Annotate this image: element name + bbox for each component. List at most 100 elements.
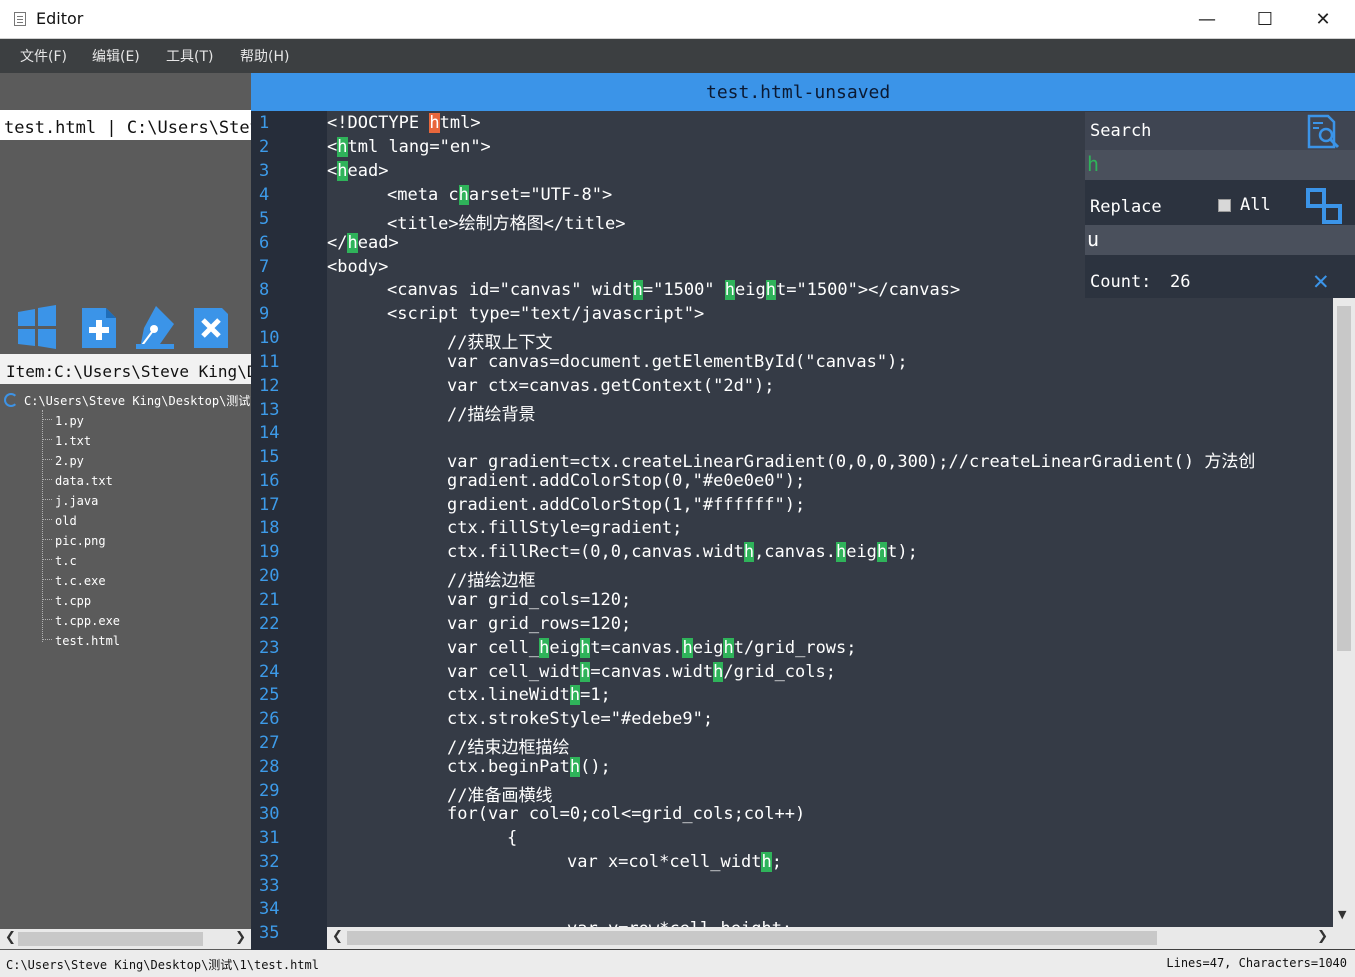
search-match: h	[429, 113, 440, 133]
editor-horizontal-scrollbar[interactable]: ❮ ❯	[327, 927, 1355, 949]
code-line[interactable]: <html lang="en">	[327, 137, 491, 157]
code-line[interactable]: //描绘背景	[447, 400, 535, 425]
tree-item[interactable]: t.cpp	[42, 594, 91, 608]
line-number: 14	[259, 423, 280, 443]
tree-item[interactable]: t.c.exe	[42, 574, 106, 588]
hscroll-right-icon[interactable]: ❯	[1317, 929, 1328, 944]
tree-item[interactable]: t.c	[42, 554, 77, 568]
scroll-down-icon[interactable]: ▼	[1338, 908, 1346, 921]
sidebar-horizontal-scrollbar[interactable]: ❮ ❯	[0, 929, 251, 949]
code-line[interactable]: <body>	[327, 257, 388, 277]
code-text: tml lang="en">	[347, 137, 491, 157]
line-number: 8	[259, 280, 270, 300]
scroll-thumb[interactable]	[18, 932, 203, 946]
tree-item[interactable]: pic.png	[42, 534, 106, 548]
code-text: eig	[692, 638, 724, 658]
status-stats: Lines=47, Characters=1040	[1166, 956, 1347, 970]
code-line[interactable]: var ctx=canvas.getContext("2d");	[447, 376, 775, 396]
code-line[interactable]: <script type="text/javascript">	[387, 304, 704, 324]
code-line[interactable]: gradient.addColorStop(1,"#ffffff");	[447, 495, 805, 515]
line-number: 21	[259, 590, 280, 610]
code-line[interactable]: for(var col=0;col<=grid_cols;col++)	[447, 804, 805, 824]
code-text: var grid_rows=120;	[447, 614, 632, 634]
code-line[interactable]: //描绘边框	[447, 566, 535, 591]
line-number: 24	[259, 662, 280, 682]
tree-item[interactable]: 2.py	[42, 454, 84, 468]
code-line[interactable]: //结束边框描绘	[447, 733, 569, 758]
tree-item[interactable]: 1.txt	[42, 434, 91, 448]
scroll-right-icon[interactable]: ❯	[235, 930, 246, 945]
code-line[interactable]: var grid_cols=120;	[447, 590, 631, 610]
search-input[interactable]	[1085, 150, 1355, 180]
editor-vertical-scrollbar[interactable]: ▼	[1333, 298, 1355, 927]
search-match: h	[723, 638, 734, 658]
code-line[interactable]: var y=row*cell_height;	[567, 919, 792, 927]
search-document-icon[interactable]	[1306, 114, 1342, 150]
tree-item[interactable]: t.cpp.exe	[42, 614, 120, 628]
editor-tab[interactable]: test.html-unsaved	[251, 73, 1355, 111]
code-text: var cell_widt	[447, 662, 581, 682]
code-line[interactable]: <title>绘制方格图</title>	[387, 209, 626, 234]
close-window-button[interactable]: ✕	[1294, 0, 1352, 39]
hscroll-left-icon[interactable]: ❮	[332, 929, 343, 944]
code-text: for(var col=0;col<=grid_cols;col++)	[447, 804, 806, 824]
code-line[interactable]: //获取上下文	[447, 328, 552, 353]
code-line[interactable]: var cell_width=canvas.width/grid_cols;	[447, 662, 836, 682]
tree-item[interactable]: old	[42, 514, 77, 528]
scroll-left-icon[interactable]: ❮	[5, 930, 16, 945]
code-text: /grid_cols;	[723, 662, 836, 682]
code-text: t="1500"></canvas>	[776, 280, 961, 300]
tree-root[interactable]: C:\Users\Steve King\Desktop\测试\1	[4, 392, 265, 409]
replace-all-checkbox[interactable]	[1218, 199, 1231, 212]
new-file-icon[interactable]	[78, 304, 120, 350]
replace-value[interactable]: u	[1087, 227, 1099, 251]
tree-item[interactable]: test.html	[42, 634, 120, 648]
windows-grid-icon[interactable]	[16, 304, 58, 350]
replace-icon[interactable]	[1305, 187, 1343, 225]
replace-input[interactable]	[1085, 225, 1355, 255]
code-line[interactable]: ctx.strokeStyle="#edebe9";	[447, 709, 713, 729]
code-line[interactable]: var x=col*cell_width;	[567, 852, 782, 872]
refresh-icon[interactable]	[4, 393, 18, 407]
search-match: h	[569, 757, 581, 777]
code-text: ctx.lineWidt	[447, 685, 570, 705]
line-number: 16	[259, 471, 280, 491]
code-line[interactable]: gradient.addColorStop(0,"#e0e0e0");	[447, 471, 805, 491]
code-line[interactable]: </head>	[327, 233, 399, 253]
code-line[interactable]: {	[507, 828, 517, 848]
hscroll-thumb[interactable]	[347, 931, 1157, 945]
menu-file[interactable]: 文件(F)	[20, 46, 67, 66]
code-line[interactable]: ctx.fillRect=(0,0,canvas.width,canvas.he…	[447, 542, 918, 562]
menu-tools[interactable]: 工具(T)	[166, 46, 213, 66]
code-line[interactable]: var gradient=ctx.createLinearGradient(0,…	[447, 447, 1255, 472]
code-line[interactable]: ctx.beginPath();	[447, 757, 611, 777]
code-line[interactable]: ctx.fillStyle=gradient;	[447, 518, 682, 538]
tree-item[interactable]: j.java	[42, 494, 98, 508]
close-search-icon[interactable]: ✕	[1313, 266, 1329, 296]
code-line[interactable]: <head>	[327, 161, 388, 181]
vscroll-thumb[interactable]	[1337, 306, 1351, 651]
minimize-button[interactable]: —	[1178, 0, 1236, 39]
menu-edit[interactable]: 编辑(E)	[92, 46, 140, 66]
search-match: h	[580, 638, 591, 658]
line-number: 11	[259, 352, 280, 372]
pen-icon[interactable]	[134, 304, 176, 350]
file-tab-caption[interactable]: test.html | C:\Users\Steve King\Desktop\…	[0, 110, 251, 140]
tree-item[interactable]: 1.py	[42, 414, 84, 428]
menu-bar: 文件(F) 编辑(E) 工具(T) 帮助(H)	[0, 39, 1355, 73]
code-line[interactable]: //准备画横线	[447, 781, 552, 806]
code-line[interactable]: var canvas=document.getElementById("canv…	[447, 352, 908, 372]
code-line[interactable]: <canvas id="canvas" width="1500" height=…	[387, 280, 960, 300]
code-line[interactable]: ctx.lineWidth=1;	[447, 685, 611, 705]
code-line[interactable]: <meta charset="UTF-8">	[387, 185, 612, 205]
menu-help[interactable]: 帮助(H)	[240, 46, 289, 66]
code-line[interactable]: var grid_rows=120;	[447, 614, 631, 634]
maximize-button[interactable]: ☐	[1236, 0, 1294, 39]
code-line[interactable]: <!DOCTYPE html>	[327, 113, 481, 133]
line-number: 4	[259, 185, 270, 205]
tree-item[interactable]: data.txt	[42, 474, 113, 488]
search-value[interactable]: h	[1087, 152, 1099, 176]
close-file-icon[interactable]	[190, 304, 232, 350]
code-line[interactable]: var cell_height=canvas.height/grid_rows;	[447, 638, 857, 658]
code-text: <canvas id="canvas" widt	[387, 280, 633, 300]
